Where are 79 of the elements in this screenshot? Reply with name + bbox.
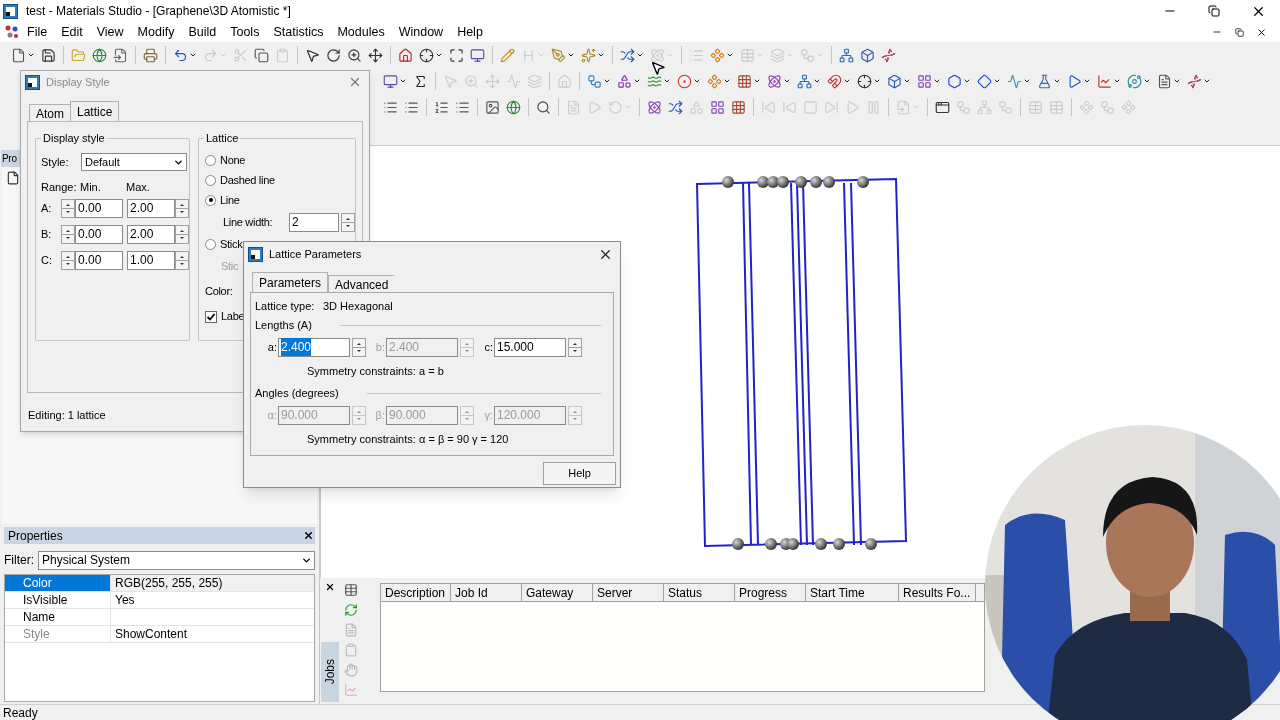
lattice-type-value: 3D Hexagonal bbox=[323, 298, 393, 314]
number-field[interactable]: 15.000 bbox=[494, 337, 566, 357]
column-header[interactable]: Results Fo... bbox=[899, 584, 976, 601]
option-label: Stic bbox=[220, 259, 239, 275]
axis-label: A: bbox=[41, 200, 53, 216]
field-label: Style: bbox=[41, 154, 70, 170]
help-button[interactable]: Help bbox=[543, 462, 616, 485]
tab[interactable]: Parameters bbox=[252, 272, 329, 292]
section-heading: Angles (degrees) bbox=[255, 385, 339, 401]
field-label: Lattice type: bbox=[255, 298, 316, 314]
filter-label: Filter: bbox=[4, 552, 34, 569]
menu-item[interactable]: Modify bbox=[130, 22, 182, 42]
radio-label: Stick bbox=[220, 236, 243, 252]
radio-label: Dashed line bbox=[220, 172, 275, 188]
constraint-value: a = b bbox=[419, 363, 444, 379]
number-field[interactable]: 2.400 bbox=[278, 337, 350, 357]
group-heading: Display style bbox=[41, 131, 107, 145]
number-field[interactable]: 2.00 bbox=[127, 198, 175, 218]
menu-item[interactable]: File bbox=[20, 22, 55, 42]
property-name[interactable]: IsVisible bbox=[5, 592, 110, 608]
field-label: c: bbox=[483, 339, 493, 355]
menu-item[interactable]: Build bbox=[181, 22, 224, 42]
column-header[interactable]: Gateway bbox=[522, 584, 593, 601]
jobs-tab[interactable]: Jobs bbox=[321, 642, 339, 702]
style-dropdown[interactable]: Default bbox=[81, 153, 187, 171]
number-field[interactable]: 0.00 bbox=[75, 250, 123, 270]
number-field[interactable]: 2.00 bbox=[127, 224, 175, 244]
property-value: RGB(255, 255, 255) bbox=[110, 575, 314, 591]
status-text: Editing: 1 lattice bbox=[28, 409, 106, 421]
menu-item[interactable]: Edit bbox=[54, 22, 90, 42]
number-field[interactable]: 0.00 bbox=[75, 224, 123, 244]
range-label: Range: bbox=[41, 179, 78, 195]
menu-item[interactable]: Modules bbox=[330, 22, 392, 42]
number-field[interactable]: 0.00 bbox=[75, 198, 123, 218]
menu-item[interactable]: View bbox=[89, 22, 131, 42]
filter-dropdown[interactable]: Physical System bbox=[38, 550, 315, 570]
axis-label: C: bbox=[41, 252, 53, 268]
tab[interactable]: Advanced bbox=[328, 275, 395, 292]
field-label: α: bbox=[266, 407, 277, 423]
radio-label: None bbox=[220, 152, 246, 168]
dialog-title: Lattice Parameters bbox=[269, 246, 362, 262]
property-name[interactable]: Name bbox=[5, 609, 110, 625]
axis-label: B: bbox=[41, 226, 53, 242]
column-label: Max. bbox=[126, 179, 150, 195]
property-name[interactable]: Color bbox=[5, 575, 110, 591]
tab[interactable]: Lattice bbox=[70, 101, 120, 121]
number-field[interactable]: 2 bbox=[289, 212, 339, 232]
menu-item[interactable]: Help bbox=[450, 22, 490, 42]
field-label: a: bbox=[266, 339, 277, 355]
property-value: ShowContent bbox=[110, 626, 314, 642]
field-label: b: bbox=[374, 339, 385, 355]
column-header[interactable]: Progress bbox=[735, 584, 806, 601]
field-label: γ: bbox=[483, 407, 493, 423]
column-label: Min. bbox=[80, 179, 102, 195]
menu-item[interactable]: Window bbox=[391, 22, 451, 42]
column-header[interactable]: Server bbox=[593, 584, 664, 601]
radio-label: Line bbox=[220, 192, 240, 208]
field-label: β: bbox=[374, 407, 385, 423]
window-title: test - Materials Studio - [Graphene\3D Atomistic *] bbox=[26, 3, 291, 20]
column-header[interactable]: Job Id bbox=[451, 584, 522, 601]
column-header[interactable]: Status bbox=[664, 584, 735, 601]
column-header[interactable]: Start Time bbox=[806, 584, 899, 601]
constraint-value: α = β = 90 γ = 120 bbox=[419, 431, 509, 447]
constraint-label: Symmetry constraints: bbox=[307, 363, 417, 379]
option-label: Color: bbox=[205, 284, 233, 300]
panel-title: Pro bbox=[2, 152, 17, 166]
menu-item[interactable]: Statistics bbox=[266, 22, 331, 42]
group-heading: Lattice bbox=[204, 131, 241, 145]
field-label: Line width: bbox=[223, 214, 274, 230]
dialog-title: Display Style bbox=[46, 74, 110, 90]
property-value: Yes bbox=[110, 592, 314, 608]
constraint-label: Symmetry constraints: bbox=[307, 431, 417, 447]
number-field[interactable]: 1.00 bbox=[127, 250, 175, 270]
status-text: Ready bbox=[3, 704, 38, 720]
column-header[interactable]: Description bbox=[381, 584, 451, 601]
menu-item[interactable]: Tools bbox=[223, 22, 267, 42]
section-heading: Lengths (A) bbox=[255, 317, 312, 333]
panel-title: Properties bbox=[8, 527, 63, 545]
checkbox-label: Labe bbox=[221, 309, 245, 325]
